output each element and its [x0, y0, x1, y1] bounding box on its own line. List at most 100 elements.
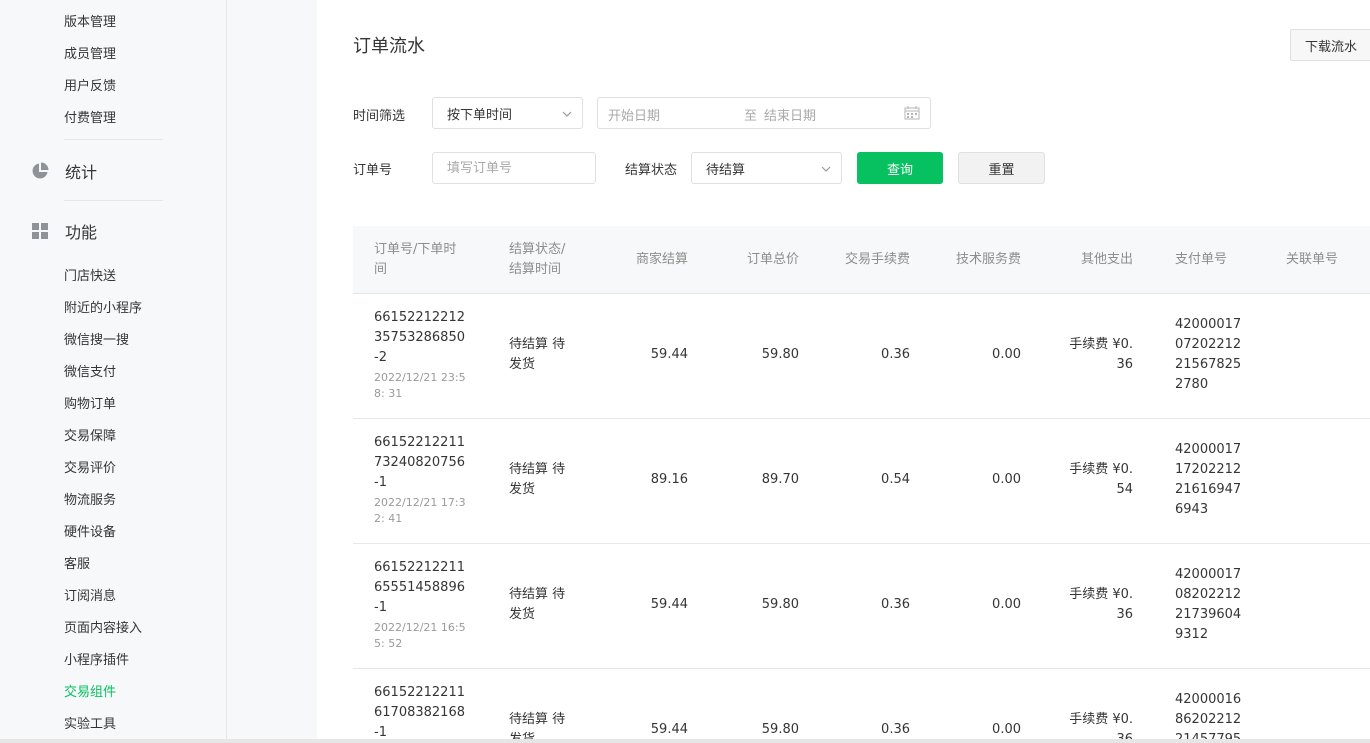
- sidebar-group-stats[interactable]: 统计: [30, 159, 97, 183]
- chevron-down-icon: [562, 108, 572, 118]
- column-header: 商家结算: [635, 252, 688, 267]
- tech-fee-cell: 0.00: [992, 597, 1021, 612]
- sidebar-group-label: 统计: [65, 163, 98, 182]
- settle-status-select[interactable]: 待结算: [691, 152, 842, 184]
- trade-fee-cell: 0.36: [881, 722, 910, 737]
- order-total-cell: 59.80: [761, 722, 799, 737]
- pie-chart-icon: [30, 161, 50, 181]
- sidebar: 版本管理 成员管理 用户反馈 付费管理 统计 功能 门店快送 附近的小程序 微信…: [0, 0, 227, 743]
- sidebar-divider: [64, 139, 163, 140]
- column-header: 结算状态/结算时间: [509, 242, 566, 277]
- time-filter-label: 时间筛选: [353, 109, 406, 124]
- order-id-cell: 66152212211 73240820756 -1: [374, 435, 465, 490]
- range-separator: 至: [744, 109, 758, 124]
- order-time-cell: 2022/12/21 17:32: 41: [374, 496, 466, 525]
- query-button[interactable]: 查询: [857, 152, 943, 184]
- pay-id-cell: 42000017 17202212 21616947 6943: [1175, 442, 1242, 517]
- reset-button[interactable]: 重置: [958, 152, 1045, 184]
- sidebar-item-search[interactable]: 微信搜一搜: [64, 329, 129, 348]
- sidebar-item-page-content[interactable]: 页面内容接入: [64, 617, 142, 636]
- table-row: 66152212211 61708382168 -1 待结算 待发货 59.44…: [353, 669, 1370, 739]
- page-title: 订单流水: [353, 36, 425, 57]
- other-expense-cell: 手续费 ¥0. 36: [1069, 337, 1133, 372]
- pay-id-cell: 42000016 86202212 21457795: [1175, 692, 1242, 739]
- pay-id-cell: 42000017 08202212 21739604 9312: [1175, 567, 1242, 642]
- sidebar-item-nearby[interactable]: 附近的小程序: [64, 297, 142, 316]
- sidebar-item-lab-tools[interactable]: 实验工具: [64, 713, 116, 732]
- sidebar-item-billing[interactable]: 付费管理: [64, 107, 116, 126]
- table-row: 66152212212 35753286850 -2 2022/12/21 23…: [353, 294, 1370, 419]
- sidebar-gap: [227, 0, 317, 743]
- sidebar-group-features[interactable]: 功能: [30, 219, 97, 243]
- end-date-input[interactable]: 结束日期: [764, 105, 816, 124]
- merchant-settle-cell: 59.44: [650, 722, 688, 737]
- sidebar-item-hardware[interactable]: 硬件设备: [64, 521, 116, 540]
- sidebar-divider: [64, 200, 163, 201]
- trade-fee-cell: 0.36: [881, 597, 910, 612]
- column-header: 交易手续费: [844, 252, 910, 267]
- download-button[interactable]: 下载流水: [1290, 29, 1370, 61]
- other-expense-cell: 手续费 ¥0. 36: [1069, 587, 1133, 622]
- sidebar-item-plugins[interactable]: 小程序插件: [64, 649, 129, 668]
- status-cell: 待结算 待发货: [509, 337, 566, 372]
- status-cell: 待结算 待发货: [509, 587, 566, 622]
- order-id-cell: 66152212211 61708382168 -1: [374, 685, 465, 739]
- sidebar-item-members[interactable]: 成员管理: [64, 43, 116, 62]
- settle-status-value: 待结算: [706, 162, 746, 178]
- order-total-cell: 89.70: [761, 472, 799, 487]
- time-filter-value: 按下单时间: [447, 107, 513, 123]
- order-id-cell: 66152212211 65551458896 -1: [374, 560, 465, 615]
- column-header: 关联单号: [1286, 252, 1339, 267]
- column-header: 订单号/下单时间: [374, 242, 457, 277]
- sidebar-item-wxpay[interactable]: 微信支付: [64, 361, 116, 380]
- tech-fee-cell: 0.00: [992, 472, 1021, 487]
- order-id-label: 订单号: [353, 163, 393, 178]
- sidebar-item-version[interactable]: 版本管理: [64, 11, 116, 30]
- column-header: 其他支出: [1080, 252, 1133, 267]
- settle-status-label: 结算状态: [625, 163, 678, 178]
- orders-table: 订单号/下单时间 结算状态/结算时间 商家结算 订单总价 交易手续费 技术服务费…: [353, 226, 1370, 739]
- table-row: 66152212211 65551458896 -1 2022/12/21 16…: [353, 544, 1370, 669]
- time-filter-select[interactable]: 按下单时间: [432, 97, 583, 129]
- sidebar-item-feedback[interactable]: 用户反馈: [64, 75, 116, 94]
- status-cell: 待结算 待发货: [509, 712, 566, 739]
- merchant-settle-cell: 59.44: [650, 597, 688, 612]
- date-range-picker[interactable]: 开始日期 至 结束日期: [597, 97, 931, 129]
- sidebar-group-label: 功能: [65, 223, 98, 242]
- order-time-cell: 2022/12/21 16:55: 52: [374, 621, 466, 650]
- main-content: 订单流水 下载流水 时间筛选 按下单时间 开始日期 至 结束日期 订单号 结算状…: [317, 0, 1370, 743]
- sidebar-item-trade-components[interactable]: 交易组件: [64, 681, 116, 700]
- grid-icon: [30, 221, 50, 241]
- sidebar-item-logistics[interactable]: 物流服务: [64, 489, 116, 508]
- merchant-settle-cell: 59.44: [650, 347, 688, 362]
- sidebar-item-trade-guarantee[interactable]: 交易保障: [64, 425, 116, 444]
- other-expense-cell: 手续费 ¥0. 36: [1069, 712, 1133, 739]
- sidebar-item-store-delivery[interactable]: 门店快送: [64, 265, 116, 284]
- status-cell: 待结算 待发货: [509, 462, 566, 497]
- horizontal-scrollbar[interactable]: [0, 739, 1370, 743]
- order-id-input[interactable]: [432, 152, 596, 184]
- sidebar-item-customer-service[interactable]: 客服: [64, 553, 90, 572]
- start-date-input[interactable]: 开始日期: [608, 105, 660, 124]
- merchant-settle-cell: 89.16: [650, 472, 688, 487]
- table-header: 订单号/下单时间 结算状态/结算时间 商家结算 订单总价 交易手续费 技术服务费…: [353, 226, 1370, 294]
- sidebar-item-subscription[interactable]: 订阅消息: [64, 585, 116, 604]
- trade-fee-cell: 0.54: [881, 472, 910, 487]
- order-total-cell: 59.80: [761, 597, 799, 612]
- order-total-cell: 59.80: [761, 347, 799, 362]
- trade-fee-cell: 0.36: [881, 347, 910, 362]
- tech-fee-cell: 0.00: [992, 722, 1021, 737]
- sidebar-item-trade-review[interactable]: 交易评价: [64, 457, 116, 476]
- order-time-cell: 2022/12/21 23:58: 31: [374, 371, 466, 400]
- chevron-down-icon: [821, 163, 831, 173]
- column-header: 支付单号: [1175, 252, 1228, 267]
- calendar-icon: [904, 106, 920, 124]
- sidebar-item-shopping-orders[interactable]: 购物订单: [64, 393, 116, 412]
- column-header: 技术服务费: [955, 252, 1021, 267]
- tech-fee-cell: 0.00: [992, 347, 1021, 362]
- order-id-cell: 66152212212 35753286850 -2: [374, 310, 465, 365]
- other-expense-cell: 手续费 ¥0. 54: [1069, 462, 1133, 497]
- table-row: 66152212211 73240820756 -1 2022/12/21 17…: [353, 419, 1370, 544]
- pay-id-cell: 42000017 07202212 21567825 2780: [1175, 317, 1242, 392]
- column-header: 订单总价: [746, 252, 799, 267]
